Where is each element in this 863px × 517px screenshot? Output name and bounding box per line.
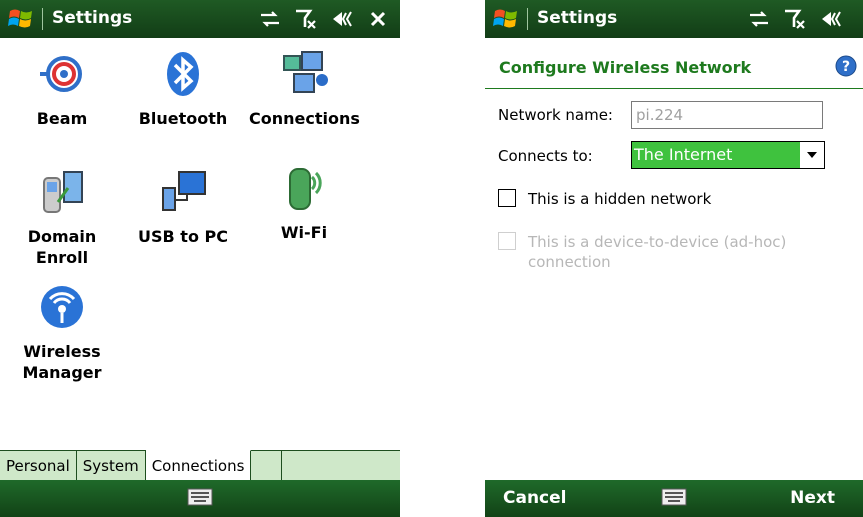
windows-start-icon[interactable] — [493, 7, 519, 31]
connects-to-label: Connects to: — [498, 147, 593, 165]
title-settings: Settings — [537, 8, 618, 28]
app-label: Beam — [36, 109, 88, 128]
network-name-label: Network name: — [498, 106, 613, 124]
no-signal-icon[interactable] — [294, 8, 318, 30]
status-icons — [747, 7, 843, 31]
title-settings: Settings — [52, 8, 133, 28]
app-beam[interactable]: Beam — [7, 50, 117, 129]
configure-wireless-screen: Settings Configure Wireless Network ? Ne… — [485, 0, 863, 517]
connects-to-dropdown[interactable]: The Internet — [631, 141, 825, 169]
tab-spacer — [251, 451, 283, 481]
tab-system[interactable]: System — [76, 451, 146, 481]
soft-key-bar: Cancel Next — [485, 480, 863, 517]
title-bar: Settings — [485, 0, 863, 38]
speaker-icon[interactable] — [330, 8, 354, 30]
app-domain-enroll[interactable]: Domain Enroll — [7, 168, 117, 268]
settings-tabs: Personal System Connections — [0, 450, 400, 482]
status-icons — [258, 7, 390, 31]
svg-text:?: ? — [842, 59, 850, 75]
connections-icon — [283, 51, 328, 93]
usb-to-pc-icon — [162, 171, 206, 211]
chevron-down-icon[interactable] — [800, 142, 824, 168]
hidden-network-row[interactable]: This is a hidden network — [498, 189, 711, 209]
speaker-icon[interactable] — [819, 8, 843, 30]
app-label: USB to PC — [138, 227, 228, 246]
title-separator — [527, 8, 528, 30]
tab-connections[interactable]: Connections — [145, 450, 252, 482]
hidden-network-label: This is a hidden network — [528, 190, 712, 208]
app-wifi[interactable]: Wi-Fi — [249, 158, 359, 243]
form-title: Configure Wireless Network — [499, 58, 752, 77]
app-bluetooth[interactable]: Bluetooth — [128, 50, 238, 129]
app-wireless-manager[interactable]: Wireless Manager — [7, 283, 117, 383]
sync-icon[interactable] — [258, 8, 282, 30]
title-separator — [42, 8, 43, 30]
close-icon[interactable] — [366, 8, 390, 30]
network-name-field[interactable]: pi.224 — [631, 101, 823, 129]
tab-personal[interactable]: Personal — [0, 451, 77, 481]
bluetooth-icon — [167, 52, 199, 96]
keyboard-icon[interactable] — [661, 488, 687, 506]
app-label: Connections — [249, 109, 360, 128]
adhoc-row: This is a device-to-device (ad-hoc) conn… — [498, 232, 828, 272]
adhoc-checkbox — [498, 232, 516, 250]
app-usb-to-pc[interactable]: USB to PC — [128, 168, 238, 247]
settings-connections-screen: Settings Beam Bluetooth Connections Doma… — [0, 0, 400, 517]
app-label: Wireless Manager — [22, 342, 102, 382]
sync-icon[interactable] — [747, 8, 771, 30]
connects-to-value: The Internet — [632, 142, 800, 168]
cancel-button[interactable]: Cancel — [503, 488, 566, 508]
adhoc-label: This is a device-to-device (ad-hoc) conn… — [528, 233, 787, 271]
domain-enroll-icon — [43, 171, 83, 213]
title-bar: Settings — [0, 0, 400, 38]
selected-label: Wi-Fi — [280, 223, 328, 242]
wifi-icon — [289, 168, 322, 210]
title-divider — [485, 88, 863, 89]
app-label: Domain Enroll — [27, 227, 97, 267]
app-connections[interactable]: Connections — [249, 50, 360, 129]
soft-key-bar — [0, 480, 400, 517]
app-label-wifi: Wi-Fi — [249, 222, 359, 243]
windows-start-icon[interactable] — [8, 7, 34, 31]
help-icon[interactable]: ? — [835, 55, 857, 77]
app-label: Bluetooth — [138, 109, 228, 128]
next-button[interactable]: Next — [790, 488, 835, 508]
keyboard-icon[interactable] — [187, 488, 213, 506]
no-signal-icon[interactable] — [783, 8, 807, 30]
hidden-network-checkbox[interactable] — [498, 189, 516, 207]
beam-icon — [40, 56, 82, 92]
wireless-manager-icon — [41, 286, 83, 328]
